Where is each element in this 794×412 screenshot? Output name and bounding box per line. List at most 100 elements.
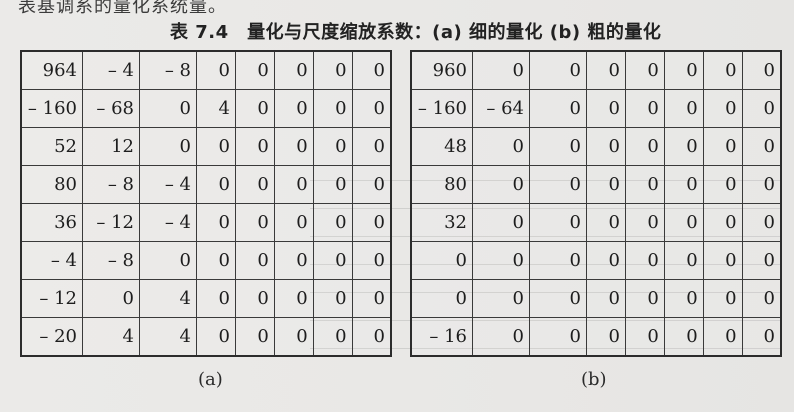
table-cell: 0 (702, 50, 743, 90)
table-cell: 0 (410, 279, 473, 318)
fine-quantization-table: 964 – 4 – 8 0 0 0 0 0 – 160 – 68 0 4 0 0… (20, 50, 392, 357)
table-cell: 0 (529, 50, 587, 90)
table-cell: 0 (586, 317, 626, 357)
table-cell: – 8 (82, 165, 140, 204)
table-cell: 0 (586, 50, 626, 90)
table-cell: 0 (472, 165, 530, 204)
table-cell: 0 (273, 317, 314, 357)
table-cell: 0 (741, 127, 782, 166)
table-cell: – 12 (82, 203, 140, 242)
table-cell: 0 (312, 241, 353, 280)
table-cell: 0 (139, 241, 197, 280)
table-cell: 0 (351, 127, 392, 166)
table-row: 32 0 0 0 0 0 0 0 (410, 203, 782, 242)
table-cell: 0 (351, 317, 392, 357)
table-cell: 0 (529, 89, 587, 128)
table-b-label: (b) (581, 369, 607, 390)
table-row: 0 0 0 0 0 0 0 0 (410, 279, 782, 318)
table-cell: 0 (234, 127, 275, 166)
table-cell: 0 (351, 241, 392, 280)
table-cell: 0 (273, 165, 314, 204)
table-cell: – 16 (410, 317, 473, 357)
table-cell: 0 (234, 317, 275, 357)
table-cell: 0 (663, 317, 704, 357)
table-cell: 4 (139, 279, 197, 318)
table-cell: 0 (196, 279, 236, 318)
table-cell: 964 (20, 50, 83, 90)
table-cell: 0 (663, 89, 704, 128)
table-cell: 0 (702, 241, 743, 280)
table-cell: 0 (702, 317, 743, 357)
table-cell: 0 (351, 50, 392, 90)
table-row: – 4 – 8 0 0 0 0 0 0 (20, 241, 392, 280)
table-cell: 0 (234, 241, 275, 280)
table-cell: 0 (529, 165, 587, 204)
table-cell: 0 (312, 127, 353, 166)
fine-quantization-table-body: 964 – 4 – 8 0 0 0 0 0 – 160 – 68 0 4 0 0… (20, 50, 392, 357)
table-cell: 0 (472, 50, 530, 90)
table-cell: 0 (741, 279, 782, 318)
document-page: 表基调系的量化系统量。 表 7.4 量化与尺度缩放系数：(a) 细的量化 (b)… (0, 0, 794, 412)
table-cell: 0 (586, 89, 626, 128)
table-cell: 0 (196, 50, 236, 90)
table-cell: 80 (410, 165, 473, 204)
table-cell: – 12 (20, 279, 83, 318)
table-cell: 0 (529, 127, 587, 166)
table-cell: – 160 (410, 89, 473, 128)
table-cell: 0 (529, 203, 587, 242)
table-cell: 0 (273, 127, 314, 166)
table-cell: 32 (410, 203, 473, 242)
table-cell: – 160 (20, 89, 83, 128)
table-cell: 0 (312, 317, 353, 357)
table-cell: 0 (234, 165, 275, 204)
table-cell: – 64 (472, 89, 530, 128)
table-cell: 36 (20, 203, 83, 242)
table-cell: 0 (234, 203, 275, 242)
coarse-quantization-table-container: 960 0 0 0 0 0 0 0 – 160 – 64 0 0 0 0 0 0… (410, 50, 782, 357)
table-cell: 4 (82, 317, 140, 357)
table-cell: 0 (529, 279, 587, 318)
table-row: 964 – 4 – 8 0 0 0 0 0 (20, 50, 392, 90)
table-cell: 0 (741, 317, 782, 357)
table-row: – 20 4 4 0 0 0 0 0 (20, 317, 392, 357)
table-cell: 4 (196, 89, 236, 128)
table-row: 80 – 8 – 4 0 0 0 0 0 (20, 165, 392, 204)
table-cell: – 20 (20, 317, 83, 357)
table-cell: 0 (196, 165, 236, 204)
table-cell: 0 (624, 203, 665, 242)
table-cell: 0 (351, 279, 392, 318)
table-cell: 0 (741, 241, 782, 280)
table-cell: 0 (663, 127, 704, 166)
table-cell: 0 (624, 241, 665, 280)
table-cell: 0 (702, 203, 743, 242)
table-cell: 0 (196, 241, 236, 280)
table-cell: – 8 (82, 241, 140, 280)
table-cell: 0 (741, 203, 782, 242)
partial-top-text: 表基调系的量化系统量。 (18, 0, 227, 17)
table-row: 52 12 0 0 0 0 0 0 (20, 127, 392, 166)
table-cell: 0 (586, 279, 626, 318)
table-cell: 0 (624, 50, 665, 90)
table-cell: 0 (529, 317, 587, 357)
table-cell: 0 (196, 127, 236, 166)
table-cell: – 4 (139, 203, 197, 242)
table-cell: – 68 (82, 89, 140, 128)
table-cell: 0 (586, 203, 626, 242)
table-cell: 0 (472, 241, 530, 280)
table-cell: 0 (702, 89, 743, 128)
table-cell: 0 (196, 203, 236, 242)
table-cell: 0 (273, 89, 314, 128)
table-cell: 0 (410, 241, 473, 280)
table-row: 960 0 0 0 0 0 0 0 (410, 50, 782, 90)
table-row: 48 0 0 0 0 0 0 0 (410, 127, 782, 166)
table-cell: 52 (20, 127, 83, 166)
coarse-quantization-table-body: 960 0 0 0 0 0 0 0 – 160 – 64 0 0 0 0 0 0… (410, 50, 782, 357)
table-cell: 0 (312, 165, 353, 204)
table-row: – 12 0 4 0 0 0 0 0 (20, 279, 392, 318)
table-cell: 0 (472, 127, 530, 166)
fine-quantization-table-container: 964 – 4 – 8 0 0 0 0 0 – 160 – 68 0 4 0 0… (20, 50, 392, 357)
table-cell: – 4 (20, 241, 83, 280)
table-row: 0 0 0 0 0 0 0 0 (410, 241, 782, 280)
table-cell: – 4 (82, 50, 140, 90)
table-caption: 表 7.4 量化与尺度缩放系数：(a) 细的量化 (b) 粗的量化 (170, 22, 662, 43)
